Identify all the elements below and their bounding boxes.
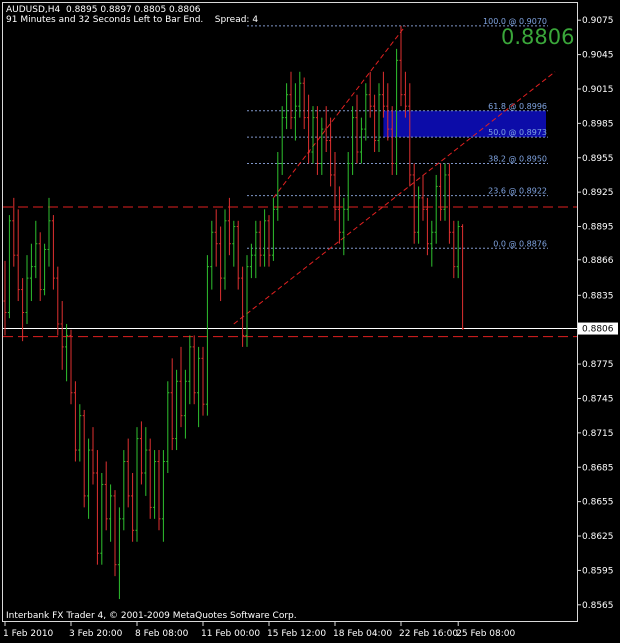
x-tick-label: 11 Feb 00:00 [201, 629, 260, 639]
y-tick-label: 0.8925 [582, 188, 614, 198]
big-price-display: 0.8806 [501, 25, 575, 49]
y-tick-label: 0.9045 [582, 51, 614, 61]
y-tick-label: 0.8655 [582, 498, 614, 508]
y-tick-label: 0.9075 [582, 16, 614, 26]
y-tick-label: 0.8565 [582, 601, 614, 611]
y-tick-label: 0.8685 [582, 463, 614, 473]
x-tick-label: 3 Feb 20:00 [69, 629, 123, 639]
x-tick-label: 8 Feb 08:00 [135, 629, 189, 639]
copyright-notice: Interbank FX Trader 4, © 2001-2009 MetaQ… [6, 611, 297, 621]
y-tick-label: 0.8715 [582, 429, 614, 439]
bar-timer-spread-line: 91 Minutes and 32 Seconds Left to Bar En… [6, 15, 259, 25]
current-price-tag: 0.8806 [582, 325, 614, 335]
x-tick-label: 18 Feb 04:00 [333, 629, 392, 639]
y-tick-label: 0.8775 [582, 360, 614, 370]
plot-area-border [2, 2, 578, 622]
x-tick-label: 22 Feb 16:00 [399, 629, 458, 639]
x-tick-label: 15 Feb 12:00 [267, 629, 326, 639]
y-tick-label: 0.8985 [582, 119, 614, 129]
y-tick-label: 0.8955 [582, 154, 614, 164]
x-tick-label: 25 Feb 08:00 [456, 629, 515, 639]
y-tick-label: 0.8895 [582, 223, 614, 233]
chart-window: 100.0 @ 0.9070 61.8 @ 0.8996 50.0 @ 0.8973… [0, 0, 620, 643]
y-tick-label: 0.8835 [582, 291, 614, 301]
x-tick-label: 1 Feb 2010 [3, 629, 54, 639]
y-tick-label: 0.8625 [582, 532, 614, 542]
y-tick-label: 0.8866 [582, 256, 614, 266]
y-tick-label: 0.9015 [582, 85, 614, 95]
y-tick-label: 0.8745 [582, 394, 614, 404]
y-tick-label: 0.8595 [582, 566, 614, 576]
symbol-ohlc-line: AUDUSD,H4 0.8895 0.8897 0.8805 0.8806 [6, 5, 201, 15]
